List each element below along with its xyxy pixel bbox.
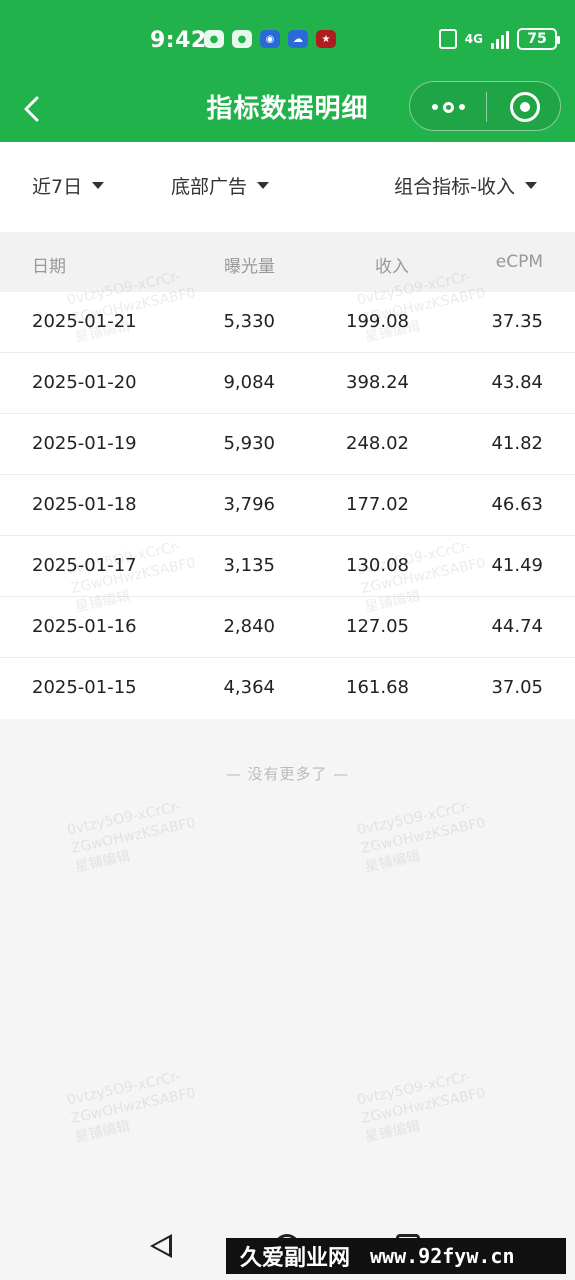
caret-down-icon xyxy=(92,182,105,189)
cell-impressions: 3,135 xyxy=(223,555,275,576)
site-watermark-banner: 久爱副业网 www.92fyw.cn xyxy=(226,1238,566,1274)
app-icon: ★ xyxy=(316,30,336,48)
filter-bar: 近7日 底部广告 组合指标-收入 xyxy=(0,142,575,232)
banner-site-name: 久爱副业网 xyxy=(240,1246,351,1271)
metric-label: 组合指标-收入 xyxy=(394,176,515,198)
date-range-dropdown[interactable]: 近7日 xyxy=(32,172,105,199)
cell-date: 2025-01-21 xyxy=(32,311,137,332)
cell-ecpm: 46.63 xyxy=(491,494,543,515)
cell-revenue: 177.02 xyxy=(346,494,409,515)
header-impressions: 曝光量 xyxy=(224,257,275,277)
more-button[interactable] xyxy=(410,82,486,132)
cell-date: 2025-01-17 xyxy=(32,555,137,576)
cell-revenue: 199.08 xyxy=(346,311,409,332)
cell-ecpm: 41.49 xyxy=(491,555,543,576)
header-date: 日期 xyxy=(32,257,66,277)
cell-ecpm: 41.82 xyxy=(491,433,543,454)
table-row: 2025-01-16 2,840 127.05 44.74 xyxy=(0,597,575,658)
app-icon: ◉ xyxy=(260,30,280,48)
close-mini-program-icon[interactable] xyxy=(510,92,540,122)
cell-revenue: 161.68 xyxy=(346,677,409,698)
table-row: 2025-01-17 3,135 130.08 41.49 xyxy=(0,536,575,597)
caret-down-icon xyxy=(257,182,270,189)
table-row: 2025-01-21 5,330 199.08 37.35 xyxy=(0,292,575,353)
no-more-text: — 没有更多了 — xyxy=(225,765,350,783)
cell-impressions: 5,330 xyxy=(223,311,275,332)
wechat-icon: ● xyxy=(204,30,224,48)
table-header: 日期 曝光量 收入 eCPM xyxy=(0,232,575,292)
caret-down-icon xyxy=(525,182,537,189)
cell-ecpm: 37.35 xyxy=(491,311,543,332)
ad-type-label: 底部广告 xyxy=(171,176,248,198)
cell-revenue: 248.02 xyxy=(346,433,409,454)
header-ecpm: eCPM xyxy=(495,252,543,272)
battery-icon: 75 xyxy=(517,28,560,50)
mini-program-capsule xyxy=(409,81,561,131)
screen: 9:42 ● ● ◉ ☁ ★ 4G 75 指标数据明细 近7日 底部广告 组合指… xyxy=(0,0,575,1280)
status-right: 4G 75 xyxy=(438,28,560,50)
top-bar: 9:42 ● ● ◉ ☁ ★ 4G 75 指标数据明细 xyxy=(0,0,575,142)
cell-date: 2025-01-15 xyxy=(32,677,137,698)
network-type: 4G xyxy=(464,32,483,46)
watermark: 0vtzy5O9-xCrCr- ZGwOHwzKSABF0 星铺编辑 xyxy=(355,798,487,876)
table-row: 2025-01-19 5,930 248.02 41.82 xyxy=(0,414,575,475)
cell-revenue: 127.05 xyxy=(346,616,409,637)
cell-revenue: 130.08 xyxy=(346,555,409,576)
cell-impressions: 4,364 xyxy=(223,677,275,698)
vibrate-icon xyxy=(438,29,457,49)
cell-impressions: 3,796 xyxy=(223,494,275,515)
watermark: 0vtzy5O9-xCrCr- ZGwOHwzKSABF0 星铺编辑 xyxy=(65,1068,197,1146)
banner-url: www.92fyw.cn xyxy=(370,1244,515,1268)
system-back-icon[interactable] xyxy=(150,1234,172,1258)
cell-ecpm: 43.84 xyxy=(491,372,543,393)
notification-icons: ● ● ◉ ☁ ★ xyxy=(204,30,336,48)
ad-type-dropdown[interactable]: 底部广告 xyxy=(171,172,270,199)
status-time: 9:42 xyxy=(150,28,207,53)
cell-impressions: 9,084 xyxy=(223,372,275,393)
header-revenue: 收入 xyxy=(375,257,409,277)
capsule-divider xyxy=(486,92,487,122)
wechat-icon: ● xyxy=(232,30,252,48)
cell-impressions: 2,840 xyxy=(223,616,275,637)
table-row: 2025-01-20 9,084 398.24 43.84 xyxy=(0,353,575,414)
table-row: 2025-01-18 3,796 177.02 46.63 xyxy=(0,475,575,536)
signal-icon xyxy=(491,29,509,49)
cell-revenue: 398.24 xyxy=(346,372,409,393)
cell-date: 2025-01-18 xyxy=(32,494,137,515)
dot-icon xyxy=(442,101,454,113)
weather-icon: ☁ xyxy=(288,30,308,48)
date-range-label: 近7日 xyxy=(32,176,83,198)
cell-date: 2025-01-19 xyxy=(32,433,137,454)
status-bar: 9:42 ● ● ◉ ☁ ★ 4G 75 xyxy=(0,0,575,78)
cell-impressions: 5,930 xyxy=(223,433,275,454)
table-body: 2025-01-21 5,330 199.08 37.35 2025-01-20… xyxy=(0,292,575,719)
dot-icon xyxy=(458,104,465,110)
cell-ecpm: 44.74 xyxy=(491,616,543,637)
watermark: 0vtzy5O9-xCrCr- ZGwOHwzKSABF0 星铺编辑 xyxy=(355,1068,487,1146)
watermark: 0vtzy5O9-xCrCr- ZGwOHwzKSABF0 星铺编辑 xyxy=(65,798,197,876)
dot-icon xyxy=(431,104,438,110)
table-row: 2025-01-15 4,364 161.68 37.05 xyxy=(0,658,575,719)
nav-bar: 指标数据明细 xyxy=(0,78,575,142)
metric-dropdown[interactable]: 组合指标-收入 xyxy=(394,172,537,199)
cell-ecpm: 37.05 xyxy=(491,677,543,698)
cell-date: 2025-01-20 xyxy=(32,372,137,393)
cell-date: 2025-01-16 xyxy=(32,616,137,637)
